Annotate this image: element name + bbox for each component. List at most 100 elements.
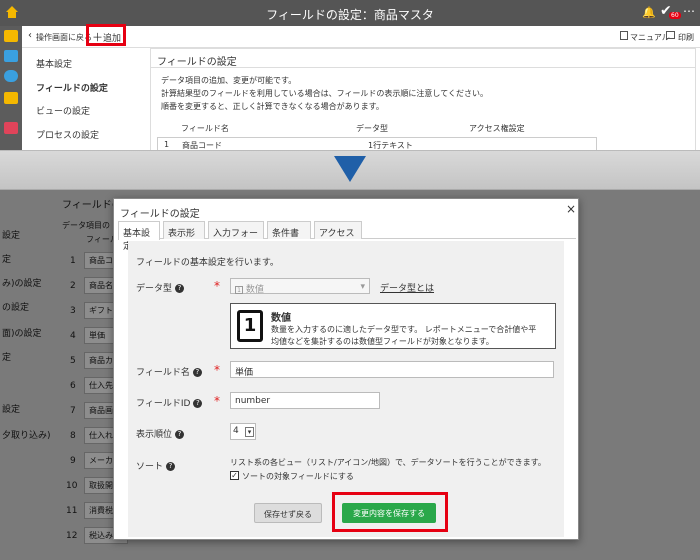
close-icon[interactable]: × — [566, 202, 576, 216]
gift-rail-icon[interactable] — [4, 92, 18, 104]
order-label-text: 表示順位 — [136, 430, 173, 440]
bg-row-num: 7 — [70, 406, 76, 416]
left-rail — [0, 26, 22, 152]
back-link[interactable]: 操作画面に戻る — [36, 32, 92, 43]
tab-input-form[interactable]: 入力フォーム — [208, 221, 264, 252]
nav-basic[interactable]: 基本設定 — [36, 57, 72, 70]
sort-label: ソート? — [136, 459, 176, 472]
bg-left-8: 夕取り込み) — [2, 431, 51, 441]
bg-row-num: 9 — [70, 456, 76, 466]
bg-left-5: 面)の設定 — [2, 329, 42, 339]
add-highlight-box — [86, 24, 126, 46]
datatype-value: 数値 — [245, 285, 264, 295]
divider — [151, 67, 695, 68]
home-rail-icon[interactable] — [4, 30, 18, 42]
order-label: 表示順位? — [136, 427, 185, 440]
col-header-access: アクセス権設定 — [469, 124, 525, 133]
panel-desc-2: 計算結果型のフィールドを利用している場合は、フィールドの表示順に注意してください… — [161, 89, 488, 98]
sort-checkbox[interactable]: ✓ — [230, 471, 239, 480]
panel-desc-1: データ項目の追加、変更が可能です。 — [161, 76, 297, 85]
type-desc-2: 均値などを集計するのは数値型フィールドが対象となります。 — [271, 337, 494, 346]
panel-desc-3: 順番を変更すると、正しく計算できなくなる場合があります。 — [161, 102, 384, 111]
datatype-label-text: データ型 — [136, 284, 173, 294]
help-icon[interactable]: ? — [175, 430, 185, 439]
bg-row-num: 8 — [70, 431, 76, 441]
col-header-name: フィールド名 — [181, 124, 229, 133]
tab-basic[interactable]: 基本設定 — [118, 221, 160, 252]
print-icon[interactable] — [666, 31, 675, 39]
bg-row-num: 11 — [66, 506, 78, 516]
order-select[interactable]: 4 ▾ — [230, 423, 256, 440]
type-name: 数値 — [271, 313, 291, 324]
down-arrow-icon — [334, 156, 366, 182]
panel-heading: フィールドの設定 — [157, 57, 237, 68]
required-icon: * — [214, 279, 220, 293]
fieldname-label-text: フィールド名 — [136, 368, 190, 378]
order-value: 4 — [233, 426, 239, 436]
fieldid-input[interactable]: number — [230, 392, 380, 409]
list-rail-icon[interactable] — [4, 50, 18, 62]
required-icon: * — [214, 363, 220, 377]
sort-label-text: ソート — [136, 462, 164, 472]
tab-display[interactable]: 表示形式 — [163, 221, 205, 252]
intro-text: フィールドの基本設定を行います。 — [136, 258, 279, 268]
nav-fields[interactable]: フィールドの設定 — [36, 81, 108, 94]
datatype-label: データ型? — [136, 281, 185, 294]
datatype-select: 1 数値 ▾ — [230, 278, 370, 295]
bg-left-1: 設定 — [2, 231, 21, 241]
bg-row-num: 2 — [70, 281, 76, 291]
help-icon[interactable]: ? — [166, 462, 176, 471]
fieldid-label: フィールドID? — [136, 396, 203, 409]
sort-desc: リスト系の各ビュー（リスト/アイコン/地図）で、データソートを行うことができます… — [230, 458, 546, 467]
bg-row-num: 12 — [66, 531, 78, 541]
mail-rail-icon[interactable] — [4, 122, 18, 134]
bell-icon[interactable]: 🔔 — [642, 6, 656, 19]
chevron-down-icon: ▾ — [245, 427, 254, 437]
settings-nav: 基本設定 フィールドの設定 ビューの設定 プロセスの設定 — [28, 48, 148, 152]
bg-left-2: 定 — [2, 255, 12, 265]
sort-checkbox-label[interactable]: ソートの対象フィールドにする — [242, 471, 354, 482]
datatype-help-link[interactable]: データ型とは — [380, 281, 434, 294]
help-icon[interactable]: ? — [193, 399, 203, 408]
window-title: フィールドの設定：商品マスタ — [266, 8, 434, 22]
col-header-type: データ型 — [356, 124, 388, 133]
title-bar: フィールドの設定：商品マスタ 🔔 ✔ 60 ⋯ — [0, 0, 700, 26]
notification-badge: 60 — [669, 12, 681, 19]
bg-left-6: 定 — [2, 353, 12, 363]
required-icon: * — [214, 394, 220, 408]
nav-views[interactable]: ビューの設定 — [36, 104, 90, 117]
bg-desc: データ項目の — [62, 221, 110, 230]
table-row-1[interactable]: 1 商品コード 1行テキスト — [157, 137, 597, 151]
bg-left-4: の設定 — [2, 303, 30, 313]
bg-row-num: 5 — [70, 356, 76, 366]
help-icon[interactable]: ? — [192, 368, 202, 377]
datatype-info-box: 1 数値 数量を入力するのに適したデータ型です。 レポートメニューで合計値や平 … — [230, 303, 556, 349]
chevron-down-icon: ▾ — [360, 282, 365, 292]
number-glyph-icon: 1 — [237, 310, 263, 342]
cancel-button[interactable]: 保存せず戻る — [254, 503, 322, 523]
chat-rail-icon[interactable] — [4, 70, 18, 82]
dialog-tabs: 基本設定 表示形式 入力フォーム 条件書式 アクセス権 — [118, 221, 576, 252]
bg-row-num: 3 — [70, 306, 76, 316]
field-settings-panel: フィールドの設定 データ項目の追加、変更が可能です。 計算結果型のフィールドを利… — [150, 48, 696, 152]
fieldid-label-text: フィールドID — [136, 399, 191, 409]
tab-conditional-format[interactable]: 条件書式 — [267, 221, 311, 252]
print-link[interactable]: 印刷 — [678, 32, 694, 43]
field-settings-dialog: フィールドの設定 × 基本設定 表示形式 入力フォーム 条件書式 アクセス権 フ… — [113, 198, 579, 540]
manual-icon[interactable] — [620, 31, 628, 40]
manual-link[interactable]: マニュアル — [630, 32, 670, 43]
transition-banner — [0, 150, 700, 190]
nav-process[interactable]: プロセスの設定 — [36, 128, 99, 141]
help-icon[interactable]: ? — [175, 284, 185, 293]
bg-left-7: 設定 — [2, 405, 21, 415]
number-type-icon: 1 — [235, 285, 243, 294]
bg-row-num: 4 — [70, 331, 76, 341]
back-chevron-icon[interactable]: ‹ — [28, 30, 32, 41]
bg-left-3: み)の設定 — [2, 279, 42, 289]
bg-row-num: 1 — [70, 256, 76, 266]
fieldname-input[interactable]: 単価 — [230, 361, 554, 378]
more-icon[interactable]: ⋯ — [683, 4, 695, 18]
bg-row-num: 6 — [70, 381, 76, 391]
type-desc-1: 数量を入力するのに適したデータ型です。 レポートメニューで合計値や平 — [271, 325, 537, 334]
tab-access[interactable]: アクセス権 — [314, 221, 362, 252]
